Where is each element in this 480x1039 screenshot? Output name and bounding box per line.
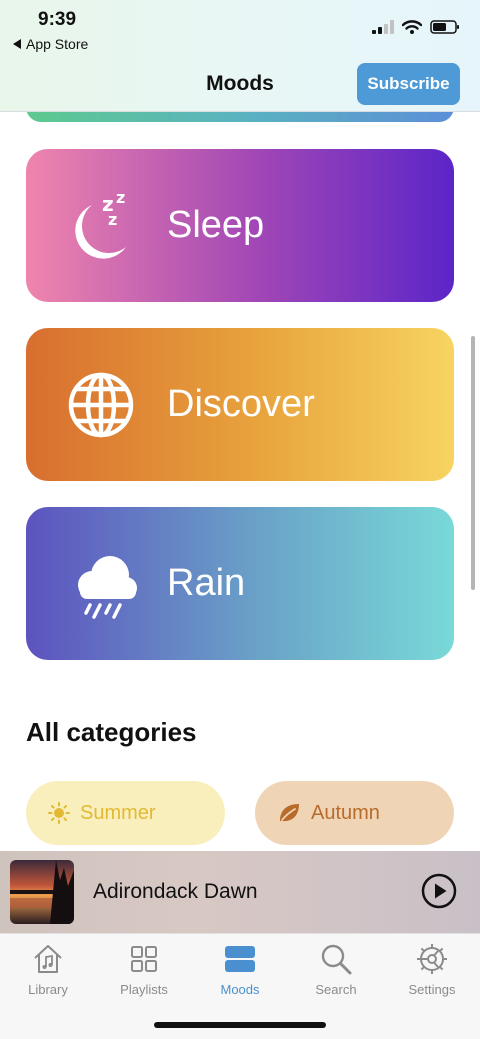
- moods-icon: [225, 946, 255, 972]
- tab-label-moods: Moods: [220, 982, 260, 997]
- back-to-app-store[interactable]: App Store: [13, 36, 88, 52]
- track-title: Adirondack Dawn: [93, 880, 258, 903]
- battery-icon: [430, 20, 459, 34]
- mood-card-sleep[interactable]: z z z Sleep: [26, 149, 454, 302]
- tab-playlists[interactable]: Playlists: [96, 942, 192, 1004]
- status-icons: [372, 20, 460, 34]
- tab-label-playlists: Playlists: [120, 982, 168, 997]
- mood-label-discover: Discover: [167, 383, 315, 425]
- gear-icon: [417, 944, 447, 974]
- category-label-summer: Summer: [80, 801, 156, 824]
- subscribe-button[interactable]: Subscribe: [357, 63, 460, 105]
- svg-text:z: z: [108, 210, 117, 229]
- tab-settings[interactable]: Settings: [384, 942, 480, 1004]
- house-music-icon: [34, 945, 62, 973]
- category-label-autumn: Autumn: [311, 801, 380, 824]
- back-label: App Store: [26, 36, 89, 52]
- mood-card-rain[interactable]: Rain: [26, 507, 454, 660]
- rain-cloud-icon: [78, 556, 137, 619]
- back-arrow-icon: [13, 39, 21, 49]
- scrollbar[interactable]: [471, 336, 475, 590]
- grid-icon: [131, 946, 157, 972]
- tab-label-library: Library: [28, 982, 68, 997]
- category-autumn[interactable]: Autumn: [255, 781, 454, 845]
- sun-icon: [48, 802, 70, 824]
- mood-label-sleep: Sleep: [167, 204, 265, 246]
- album-artwork: [10, 860, 74, 924]
- signal-icon: [372, 20, 394, 34]
- tab-label-search: Search: [315, 982, 357, 997]
- mood-label-rain: Rain: [167, 562, 246, 604]
- tab-moods[interactable]: Moods: [192, 942, 288, 1004]
- categories-title: All categories: [26, 717, 197, 747]
- top-bar: 9:39 App Store Moods Subscribe: [0, 0, 480, 112]
- moon-zzz-icon: z z z: [75, 188, 126, 259]
- home-indicator[interactable]: [154, 1022, 326, 1028]
- tab-library[interactable]: Library: [0, 942, 96, 1004]
- tab-label-settings: Settings: [408, 982, 456, 997]
- category-summer[interactable]: Summer: [26, 781, 225, 845]
- wifi-icon: [402, 20, 422, 34]
- tab-search[interactable]: Search: [288, 942, 384, 1004]
- mood-card-discover[interactable]: Discover: [26, 328, 454, 481]
- status-time: 9:39: [38, 9, 77, 30]
- search-icon: [321, 944, 352, 975]
- play-button[interactable]: [421, 873, 457, 909]
- leaf-icon: [280, 804, 299, 822]
- mini-player[interactable]: Adirondack Dawn: [0, 851, 480, 933]
- globe-icon: [68, 372, 134, 438]
- svg-text:z: z: [116, 188, 125, 207]
